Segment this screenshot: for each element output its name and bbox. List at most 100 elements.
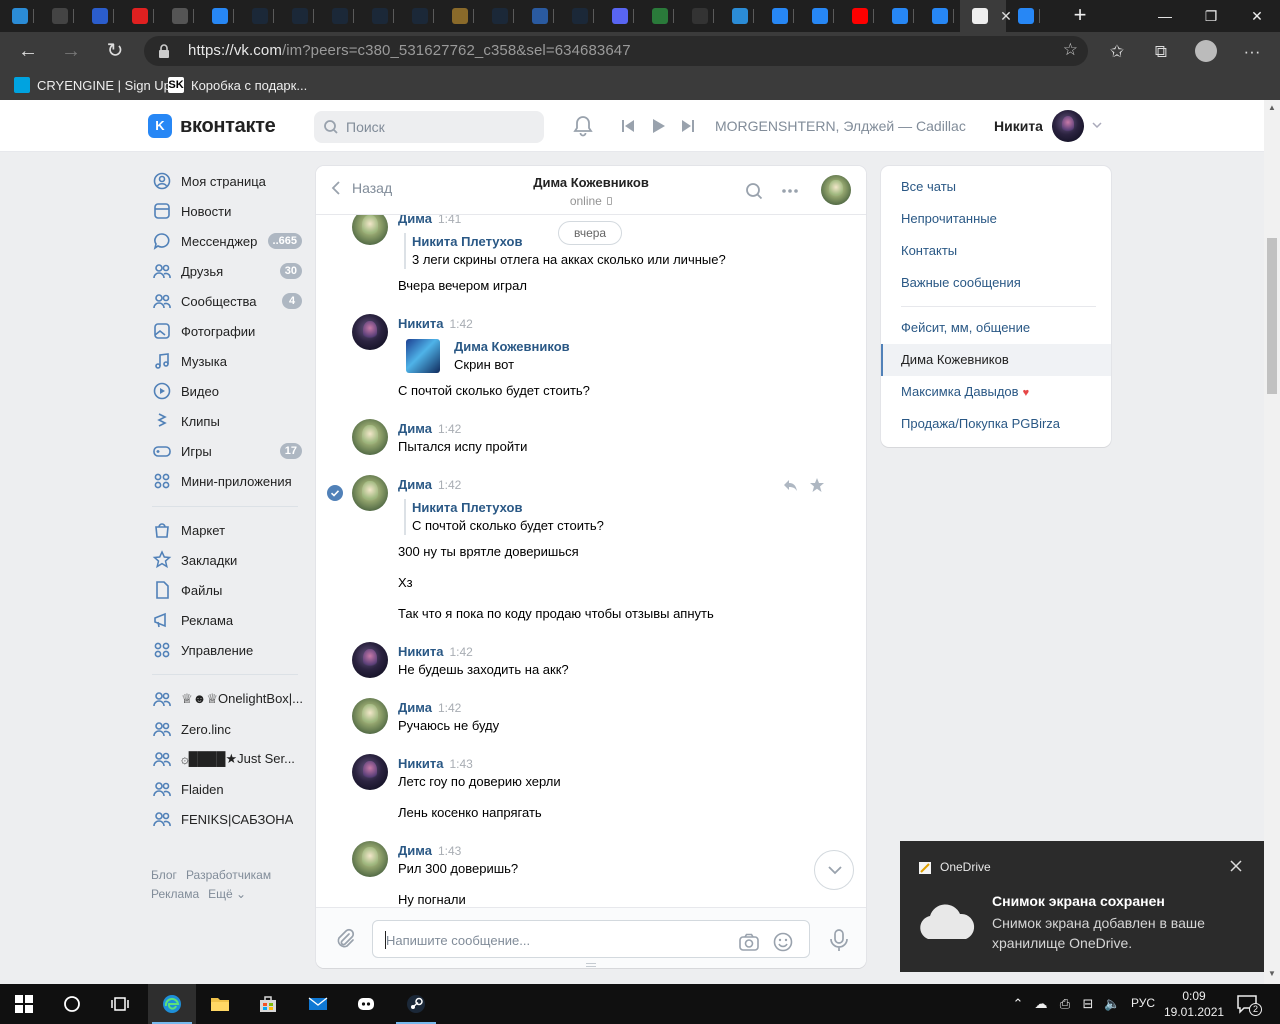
footer-link[interactable]: Ещё ⌄ — [208, 887, 246, 901]
menu-item[interactable]: Друзья 30 — [148, 256, 308, 286]
message-input-box[interactable] — [372, 920, 810, 958]
footer-link[interactable]: Реклама — [151, 887, 199, 901]
message-author[interactable]: Никита 1:43 — [398, 756, 473, 771]
next-track-icon[interactable] — [676, 114, 700, 138]
previous-track-icon[interactable] — [616, 114, 640, 138]
onedrive-notification[interactable]: OneDrive Снимок экрана сохранен Снимок э… — [900, 841, 1264, 972]
vk-logo[interactable]: K вконтакте — [148, 114, 276, 138]
browser-tab[interactable] — [80, 0, 120, 32]
onedrive-tray-icon[interactable]: ☁ — [1033, 996, 1049, 1012]
search-box[interactable] — [314, 111, 544, 143]
favorites-icon[interactable]: ✩ — [1106, 41, 1128, 63]
footer-link[interactable]: Разработчикам — [186, 868, 271, 882]
menu-item[interactable]: Сообщества 4 — [148, 286, 308, 316]
menu-item[interactable]: Закладки — [148, 545, 308, 575]
menu-item[interactable]: Новости — [148, 196, 308, 226]
user-name[interactable]: Никита — [994, 118, 1043, 134]
search-button[interactable] — [48, 984, 96, 1024]
browser-tab[interactable] — [320, 0, 360, 32]
close-icon[interactable] — [1228, 858, 1244, 874]
forward-arrow-icon[interactable]: → — [57, 37, 85, 65]
menu-item[interactable]: Реклама — [148, 605, 308, 635]
favorite-star-icon[interactable]: ☆ — [1063, 40, 1078, 60]
task-view-button[interactable] — [96, 984, 144, 1024]
message-author[interactable]: Никита 1:42 — [398, 644, 473, 659]
close-window-button[interactable]: ✕ — [1234, 0, 1280, 32]
browser-tab[interactable] — [880, 0, 920, 32]
browser-tab[interactable] — [0, 0, 40, 32]
chevron-down-icon[interactable] — [1092, 120, 1102, 130]
camera-icon[interactable] — [738, 931, 760, 953]
browser-tab[interactable] — [920, 0, 960, 32]
keyboard-language[interactable]: РУС — [1131, 996, 1155, 1010]
message-author[interactable]: Никита 1:42 — [398, 316, 473, 331]
start-button[interactable] — [0, 984, 48, 1024]
message-avatar[interactable] — [352, 841, 388, 877]
scroll-down-arrow-icon[interactable]: ▼ — [1268, 970, 1276, 978]
menu-item[interactable]: Фотографии — [148, 316, 308, 346]
menu-item[interactable]: ۞████★Just Ser... — [148, 744, 308, 774]
scroll-to-bottom-button[interactable] — [814, 850, 854, 890]
page-scrollbar[interactable]: ▲ ▼ — [1264, 100, 1280, 984]
menu-item[interactable]: FENIKS|САБЗОНА — [148, 804, 308, 834]
message-avatar[interactable] — [352, 642, 388, 678]
taskbar-discord[interactable] — [342, 984, 390, 1024]
menu-item[interactable]: Файлы — [148, 575, 308, 605]
taskbar-mail[interactable] — [294, 984, 342, 1024]
browser-tab[interactable] — [120, 0, 160, 32]
browser-tab[interactable] — [480, 0, 520, 32]
message-avatar[interactable] — [352, 698, 388, 734]
taskbar-steam[interactable] — [392, 984, 440, 1024]
maximize-button[interactable]: ❐ — [1188, 0, 1234, 32]
composer-resize-handle[interactable] — [586, 963, 596, 967]
browser-tab[interactable] — [560, 0, 600, 32]
forwarded-screenshot-thumbnail[interactable] — [406, 339, 440, 373]
browser-tab[interactable] — [720, 0, 760, 32]
filter-contacts[interactable]: Контакты — [881, 235, 1111, 267]
bookmark-gift-box[interactable]: SK Коробка с подарк... — [168, 76, 307, 94]
search-input[interactable] — [346, 117, 536, 137]
play-icon[interactable] — [646, 114, 670, 138]
pinned-chat[interactable]: Фейсит, мм, общение — [881, 312, 1111, 344]
pinned-chat-active[interactable]: Дима Кожевников — [881, 344, 1111, 376]
taskbar-explorer[interactable] — [196, 984, 244, 1024]
menu-item[interactable]: Игры 17 — [148, 436, 308, 466]
menu-item[interactable]: ♕☻♕OnelightBox|... — [148, 684, 308, 714]
browser-tab[interactable] — [200, 0, 240, 32]
browser-tab[interactable] — [360, 0, 400, 32]
browser-tab[interactable] — [440, 0, 480, 32]
forwarded-message[interactable]: Никита Плетухов С почтой сколько будет с… — [404, 499, 604, 535]
paperclip-icon[interactable] — [334, 928, 356, 950]
message-avatar[interactable] — [352, 215, 388, 245]
menu-item[interactable]: Моя страница — [148, 166, 308, 196]
user-avatar[interactable] — [1052, 110, 1084, 142]
address-bar[interactable]: https://vk.com/im?peers=c380_531627762_c… — [144, 36, 1088, 66]
system-clock[interactable]: 0:09 19.01.2021 — [1164, 988, 1224, 1020]
menu-item[interactable]: Видео — [148, 376, 308, 406]
filter-unread[interactable]: Непрочитанные — [881, 203, 1111, 235]
notifications-bell-icon[interactable] — [571, 114, 595, 138]
reply-icon[interactable] — [782, 477, 798, 493]
tray-app-icon[interactable]: ⎙ — [1057, 996, 1073, 1012]
message-input[interactable] — [386, 930, 726, 950]
now-playing-track[interactable]: MORGENSHTERN, Элджей — Cadillac — [715, 118, 966, 134]
message-author[interactable]: Дима 1:41 — [398, 215, 461, 226]
message-avatar[interactable] — [352, 419, 388, 455]
browser-tab[interactable] — [160, 0, 200, 32]
taskbar-store[interactable] — [244, 984, 292, 1024]
filter-important[interactable]: Важные сообщения — [881, 267, 1111, 299]
collections-icon[interactable]: ⧉ — [1150, 41, 1172, 63]
message-author[interactable]: Дима 1:42 — [398, 421, 461, 436]
browser-tab[interactable] — [280, 0, 320, 32]
pinned-chat[interactable]: Продажа/Покупка PGBirza — [881, 408, 1111, 440]
browser-tab[interactable] — [840, 0, 880, 32]
volume-icon[interactable]: 🔈 — [1104, 996, 1120, 1012]
message-author[interactable]: Дима 1:42 — [398, 700, 461, 715]
selected-check-icon[interactable] — [327, 485, 343, 501]
tray-expand-icon[interactable]: ⌃ — [1010, 996, 1026, 1012]
browser-tab[interactable] — [520, 0, 560, 32]
menu-item[interactable]: Управление — [148, 635, 308, 665]
back-arrow-icon[interactable]: ← — [14, 37, 42, 65]
browser-tab[interactable] — [760, 0, 800, 32]
url-text[interactable]: https://vk.com/im?peers=c380_531627762_c… — [188, 42, 631, 59]
